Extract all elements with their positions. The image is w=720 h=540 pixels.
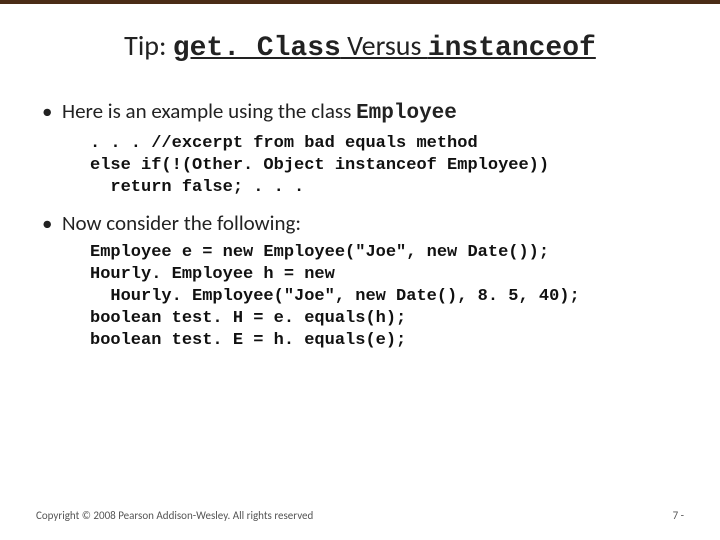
title-mono-1: get. Class <box>173 33 341 64</box>
code-block-2: Employee e = new Employee("Joe", new Dat… <box>90 242 684 352</box>
title-sep: Versus <box>341 28 428 63</box>
bullet-list: Here is an example using the class Emplo… <box>36 98 684 127</box>
bullet-list-2: Now consider the following: <box>36 210 684 236</box>
bullet-1-mono: Employee <box>356 102 457 125</box>
slide-title: Tip: get. Class Versus instanceof <box>36 28 684 64</box>
code-block-1: . . . //excerpt from bad equals method e… <box>90 133 684 199</box>
page-number: 7 - <box>673 509 684 522</box>
footer: Copyright © 2008 Pearson Addison-Wesley.… <box>36 509 684 522</box>
bullet-2: Now consider the following: <box>36 210 684 236</box>
bullet-1-text: Here is an example using the class <box>62 98 356 124</box>
title-prefix: Tip: <box>124 28 173 63</box>
bullet-2-text: Now consider the following: <box>62 210 301 236</box>
copyright-text: Copyright © 2008 Pearson Addison-Wesley.… <box>36 509 313 522</box>
bullet-1: Here is an example using the class Emplo… <box>36 98 684 127</box>
title-mono-2: instanceof <box>428 33 596 64</box>
